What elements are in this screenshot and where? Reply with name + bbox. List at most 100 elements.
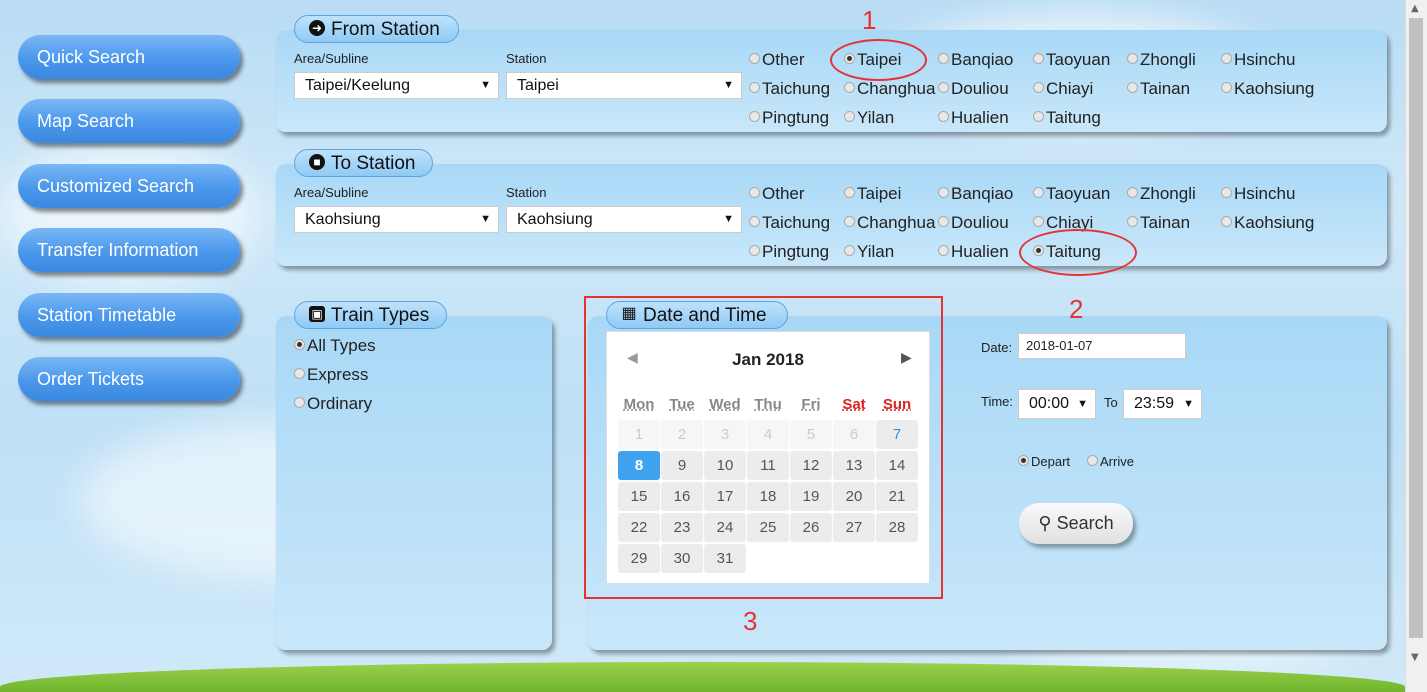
station-radio-kaohsiung[interactable]: Kaohsiung [1221,79,1314,99]
station-radio-tainan[interactable]: Tainan [1127,213,1190,233]
radio-dot [1033,53,1044,65]
radio-dot [749,111,760,123]
station-radio-pingtung[interactable]: Pingtung [749,242,829,262]
radio-dot [938,82,949,94]
radio-dot [844,111,855,123]
station-radio-pingtung[interactable]: Pingtung [749,108,829,128]
scrollbar[interactable]: ▲ ▼ [1405,0,1427,692]
radio-dot [1033,187,1044,199]
station-radio-taichung[interactable]: Taichung [749,79,830,99]
station-radio-kaohsiung[interactable]: Kaohsiung [1221,213,1314,233]
station-radio-taitung[interactable]: Taitung [1033,108,1101,128]
radio-dot [749,82,760,94]
station-radio-hsinchu[interactable]: Hsinchu [1221,184,1295,204]
radio-dot [844,245,855,257]
to-station-select[interactable]: Kaohsiung ▼ [506,206,742,233]
to-area-select[interactable]: Kaohsiung ▼ [294,206,499,233]
station-radio-taoyuan[interactable]: Taoyuan [1033,50,1110,70]
radio-dot [1087,455,1098,467]
to-station-label: Station [506,185,547,200]
arrow-circle-right-icon: ➜ [309,19,325,36]
caret-down-icon: ▼ [723,213,734,225]
highlight-ellipse-taipei [830,39,927,81]
caret-down-icon: ▼ [1183,398,1194,410]
station-radio-taoyuan[interactable]: Taoyuan [1033,184,1110,204]
station-radio-banqiao[interactable]: Banqiao [938,184,1013,204]
caret-down-icon: ▼ [480,213,491,225]
station-radio-chiayi[interactable]: Chiayi [1033,79,1093,99]
station-radio-changhua[interactable]: Changhua [844,79,935,99]
annotation-number-2: 2 [1069,294,1084,324]
station-radio-hsinchu[interactable]: Hsinchu [1221,50,1295,70]
radio-dot [938,187,949,199]
date-input[interactable]: 2018-01-07 [1018,333,1186,359]
station-radio-other[interactable]: Other [749,184,805,204]
nav-map-search-button[interactable]: Map Search [18,99,240,143]
nav-quick-search-button[interactable]: Quick Search [18,35,240,79]
train-type-radio-all-types[interactable]: All Types [294,336,376,356]
caret-down-icon: ▼ [1077,398,1088,410]
annotation-number-3: 3 [743,606,758,636]
radio-dot [1127,216,1138,228]
station-radio-yilan[interactable]: Yilan [844,108,894,128]
nav-station-timetable-button[interactable]: Station Timetable [18,293,240,337]
station-radio-tainan[interactable]: Tainan [1127,79,1190,99]
radio-dot [294,339,305,351]
radio-dot [749,245,760,257]
from-area-label: Area/Subline [294,51,369,66]
radio-dot [844,216,855,228]
train-type-radio-express[interactable]: Express [294,365,368,385]
train-types-title: ▣ Train Types [294,301,447,329]
station-radio-banqiao[interactable]: Banqiao [938,50,1013,70]
radio-dot [749,187,760,199]
time-to-label: To [1104,395,1118,410]
from-station-title: ➜ From Station [294,15,459,43]
station-radio-zhongli[interactable]: Zhongli [1127,50,1196,70]
radio-dot [1127,187,1138,199]
caret-down-icon: ▼ [723,79,734,91]
nav-customized-search-button[interactable]: Customized Search [18,164,240,208]
time-from-select[interactable]: 00:00 ▼ [1018,389,1096,419]
station-radio-taipei[interactable]: Taipei [844,184,901,204]
radio-dot [1033,82,1044,94]
highlight-rect-calendar [584,296,943,599]
station-radio-taichung[interactable]: Taichung [749,213,830,233]
annotation-number-1: 1 [862,5,877,35]
from-station-select[interactable]: Taipei ▼ [506,72,742,99]
station-radio-zhongli[interactable]: Zhongli [1127,184,1196,204]
scroll-up-icon[interactable]: ▲ [1411,3,1419,14]
station-radio-other[interactable]: Other [749,50,805,70]
station-radio-douliou[interactable]: Douliou [938,213,1009,233]
arrive-radio[interactable]: Arrive [1087,452,1134,472]
from-area-select[interactable]: Taipei/Keelung ▼ [294,72,499,99]
to-station-title: ■ To Station [294,149,433,177]
scroll-thumb[interactable] [1409,18,1423,638]
train-type-radio-ordinary[interactable]: Ordinary [294,394,372,414]
station-radio-yilan[interactable]: Yilan [844,242,894,262]
station-radio-hualien[interactable]: Hualien [938,242,1009,262]
radio-dot [844,187,855,199]
nav-transfer-information-button[interactable]: Transfer Information [18,228,240,272]
radio-dot [1018,455,1029,467]
search-icon: ⚲ [1038,513,1052,533]
radio-dot [938,111,949,123]
scroll-down-icon[interactable]: ▼ [1411,652,1419,663]
radio-dot [1221,53,1232,65]
highlight-ellipse-taitung [1019,229,1137,276]
to-area-label: Area/Subline [294,185,369,200]
radio-dot [294,368,305,380]
depart-radio[interactable]: Depart [1018,452,1070,472]
search-button[interactable]: ⚲ Search [1019,503,1133,544]
station-radio-changhua[interactable]: Changhua [844,213,935,233]
train-icon: ▣ [309,305,325,322]
radio-dot [938,216,949,228]
time-label: Time: [981,394,1014,409]
station-radio-douliou[interactable]: Douliou [938,79,1009,99]
radio-dot [1221,216,1232,228]
caret-down-icon: ▼ [480,79,491,91]
nav-order-tickets-button[interactable]: Order Tickets [18,357,240,401]
time-to-select[interactable]: 23:59 ▼ [1123,389,1202,419]
radio-dot [749,53,760,65]
radio-dot [1221,187,1232,199]
station-radio-hualien[interactable]: Hualien [938,108,1009,128]
